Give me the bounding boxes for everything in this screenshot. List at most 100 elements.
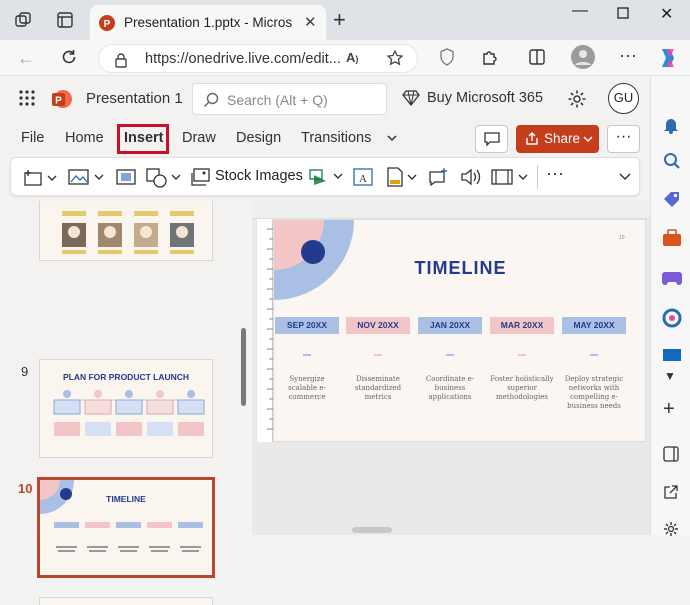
tab-draw[interactable]: Draw [182,130,216,146]
audio-icon[interactable] [460,167,482,187]
shield-icon[interactable] [439,48,455,66]
file-name[interactable]: Presentation 1 [86,90,183,107]
slide-number-9: 9 [21,364,29,379]
picture-icon[interactable] [68,168,108,186]
ribbon-divider [537,165,538,189]
milestone-description[interactable]: Synergize scalable e-commerce [274,375,340,402]
tab-title: Presentation 1.pptx - Microsoft P [124,15,292,30]
milestone-label[interactable]: SEP 20XX [275,317,339,334]
milestone-label[interactable]: MAR 20XX [490,317,554,334]
sidebar-layout-icon[interactable] [663,446,679,462]
slide-title[interactable]: TIMELINE [274,258,645,279]
add-sidebar-icon[interactable]: + [663,398,675,421]
thumbnail-scrollbar[interactable] [241,328,246,406]
editor-horizontal-scrollbar[interactable] [352,527,392,533]
current-slide[interactable]: TIMELINE 10 SEP 20XX NOV 20XX JAN 20XX M… [273,219,646,442]
tab-design[interactable]: Design [236,130,281,146]
minimize-icon[interactable]: — [572,2,588,20]
tab-file[interactable]: File [21,130,44,146]
tab-close-icon[interactable]: ✕ [304,13,317,31]
more-options-icon[interactable]: ··· [619,45,637,66]
open-external-icon[interactable] [663,484,679,500]
ribbon-tabs: File Home Insert Draw Design Transitions… [0,121,650,159]
search-placeholder: Search (Alt + Q) [227,92,328,108]
toolbox-icon[interactable] [662,229,682,247]
more-actions-button[interactable]: ··· [607,125,640,153]
milestone-dash [518,354,526,356]
app-launcher-icon[interactable] [18,89,36,107]
team-photos-preview [62,211,194,254]
stock-images-icon[interactable] [191,168,211,186]
smartart-icon[interactable] [308,167,346,187]
header-footer-icon[interactable] [386,167,420,187]
powerpoint-favicon-icon: P [98,14,116,32]
comment-insert-icon[interactable] [427,167,449,187]
powerpoint-app: P Presentation 1 Search (Alt + Q) Buy Mi… [0,77,650,605]
browser-title-bar: P Presentation 1.pptx - Microsoft P ✕ + … [0,0,690,40]
more-insert-options-icon[interactable]: ··· [546,163,564,184]
lock-icon[interactable] [114,52,128,68]
share-button[interactable]: Share [516,125,599,153]
share-chevron-icon [583,136,593,142]
milestone-description[interactable]: Disseminate standardized metrics [345,375,411,402]
tab-home[interactable]: Home [65,130,104,146]
workspaces-icon[interactable] [14,11,32,29]
maximize-icon[interactable] [617,7,629,19]
slide-page-number: 10 [619,235,625,241]
shapes-icon[interactable] [146,168,184,188]
photo-album-icon[interactable] [116,168,136,186]
slide-thumbnail-8[interactable] [39,201,213,261]
insert-ribbon-toolbar: Stock Images A ··· [10,157,640,196]
bell-icon[interactable] [663,116,679,134]
milestone-description[interactable]: Deploy strategic networks with compellin… [561,375,627,411]
close-window-icon[interactable]: ✕ [660,4,673,24]
read-aloud-icon[interactable]: A) [346,50,358,65]
split-screen-icon[interactable] [529,49,545,65]
outlook-icon[interactable] [662,348,682,362]
launch-plan-preview [53,390,205,436]
copilot-icon[interactable] [656,46,680,70]
new-tab-icon[interactable]: + [333,7,346,33]
search-sidebar-icon[interactable] [663,152,681,170]
slide-thumbnail-11[interactable] [39,597,213,605]
back-icon[interactable]: ← [17,48,35,69]
new-slide-icon[interactable] [24,169,58,187]
milestone-dash [374,354,382,356]
games-icon[interactable] [662,268,682,286]
milestone-dash [590,354,598,356]
refresh-icon[interactable] [60,48,78,66]
text-box-icon[interactable]: A [353,168,373,186]
video-icon[interactable] [491,167,531,187]
microsoft-365-icon[interactable] [662,308,682,328]
stock-images-button[interactable]: Stock Images [215,168,303,184]
milestone-label[interactable]: JAN 20XX [418,317,482,334]
profile-icon[interactable] [571,45,595,69]
milestone-label[interactable]: MAY 20XX [562,317,626,334]
address-bar[interactable]: https://onedrive.live.com/edit... [98,44,418,73]
slide-thumbnail-10[interactable]: TIMELINE [37,477,215,578]
address-bar-row: ← https://onedrive.live.com/edit... A) ·… [0,40,690,76]
search-box[interactable]: Search (Alt + Q) [192,83,387,115]
shopping-tag-icon[interactable] [662,190,682,208]
milestone-label[interactable]: NOV 20XX [346,317,410,334]
comments-button[interactable] [475,125,508,153]
insert-tab-highlight [117,124,169,154]
extensions-icon[interactable] [481,48,499,66]
settings-gear-icon[interactable] [567,89,587,109]
slide-thumbnail-9[interactable]: PLAN FOR PRODUCT LAUNCH [39,359,213,458]
milestone-dash [446,354,454,356]
favorite-icon[interactable] [386,49,404,67]
powerpoint-logo-icon: P [51,88,73,110]
buy-microsoft-365-link[interactable]: Buy Microsoft 365 [427,90,543,106]
more-tabs-chevron-icon[interactable] [386,132,398,144]
milestone-description[interactable]: Coordinate e-business applications [417,375,483,402]
sidebar-more-chevron-icon[interactable]: ▼ [664,369,676,383]
browser-tab-active[interactable]: P Presentation 1.pptx - Microsoft P ✕ [90,5,326,40]
ribbon-collapse-chevron-icon[interactable] [619,172,631,182]
tab-actions-icon[interactable] [56,11,74,29]
tab-transitions[interactable]: Transitions [301,130,371,146]
milestone-description[interactable]: Foster holistically superior methodologi… [489,375,555,402]
svg-text:P: P [55,96,62,107]
user-avatar[interactable]: GU [608,83,639,114]
svg-text:P: P [104,19,111,30]
